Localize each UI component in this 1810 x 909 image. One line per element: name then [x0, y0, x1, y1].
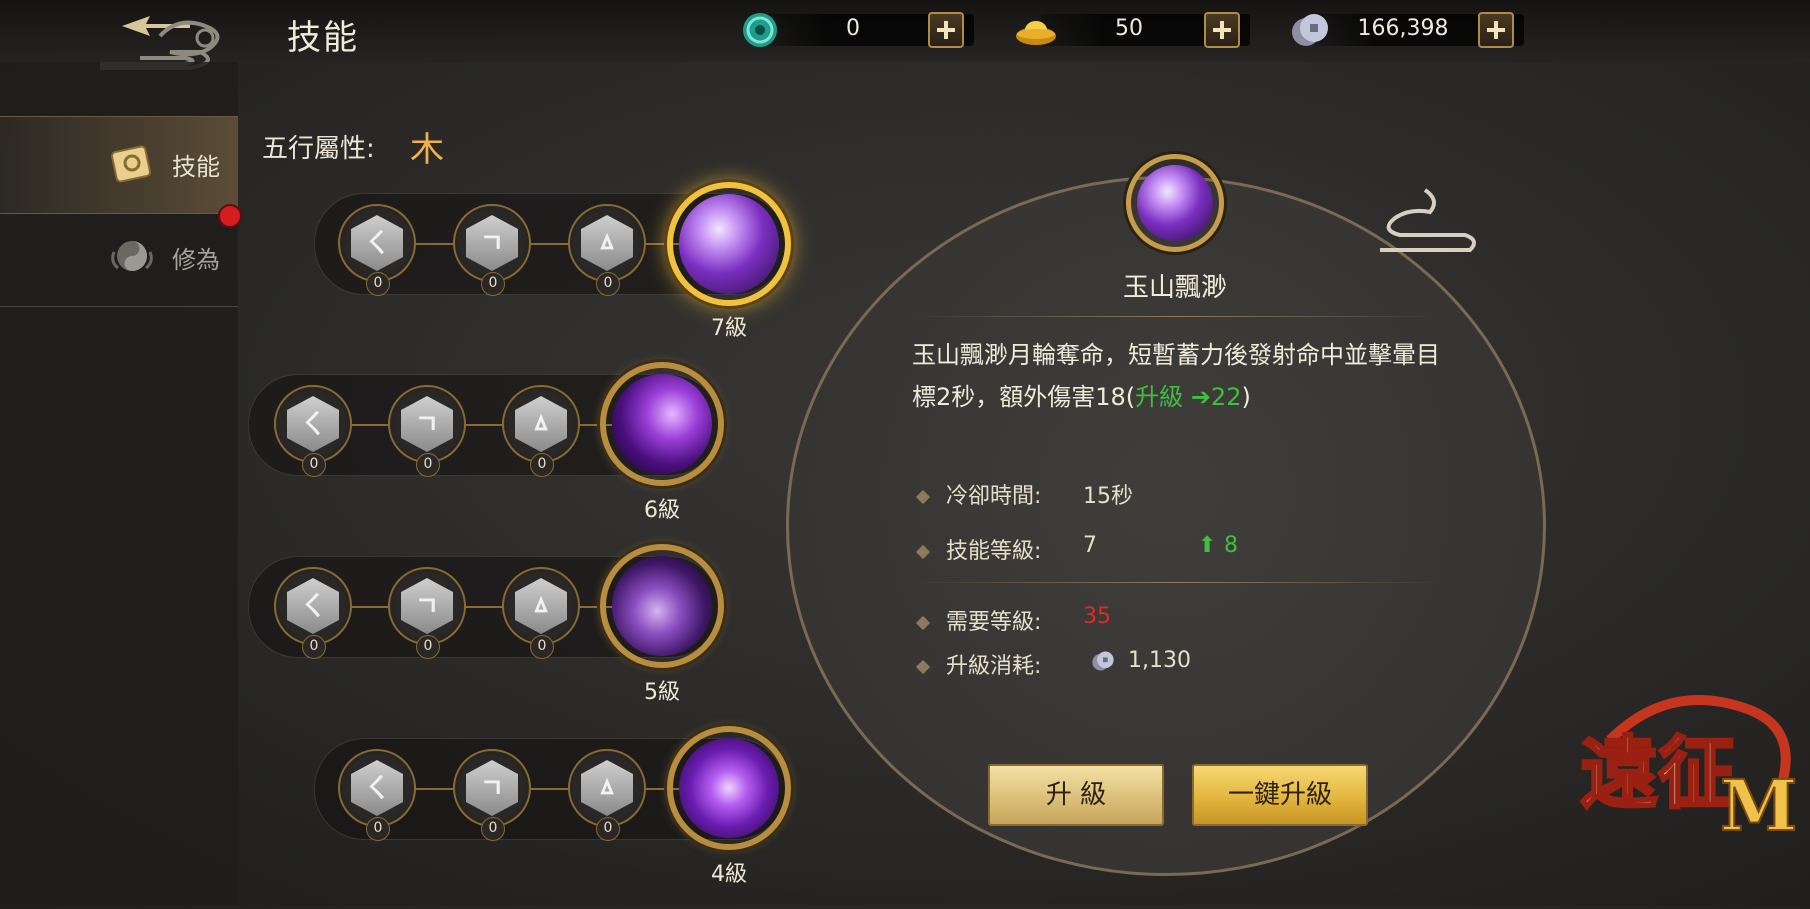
- sphere-skill-icon: [679, 738, 779, 838]
- skill-name: 玉山飄渺: [1122, 273, 1227, 303]
- skill-orb[interactable]: [600, 544, 724, 668]
- rune-node[interactable]: ㅿ0: [502, 567, 580, 659]
- silver-coin-icon: [1292, 14, 1328, 46]
- rune-node[interactable]: ㄑ0: [338, 204, 416, 296]
- rune-count: 0: [481, 817, 505, 841]
- rune-node[interactable]: ㅿ0: [502, 385, 580, 477]
- level-up-arrow-icon: ⬆: [1198, 533, 1217, 558]
- divider: [912, 316, 1442, 317]
- svg-text:M: M: [1720, 764, 1798, 847]
- yin-yang-icon: [111, 241, 153, 271]
- rune-node[interactable]: ㄑ0: [274, 385, 352, 477]
- diamond-bullet-icon: [915, 489, 931, 505]
- add-gold-ingot-button[interactable]: [1204, 12, 1240, 48]
- ring-skill-icon: [612, 556, 712, 656]
- gold-ingot-icon: [1016, 21, 1056, 45]
- diamond-bullet-icon: [915, 544, 931, 560]
- rune-node[interactable]: ㄱ0: [453, 749, 531, 841]
- page-title: 技能: [287, 18, 359, 58]
- rune-count: 0: [302, 453, 326, 477]
- currency-gold-ingot: 50: [1014, 10, 1250, 50]
- upgrade-cost-row: 升級消耗: 1,130: [915, 648, 1191, 680]
- one-click-upgrade-button[interactable]: 一鍵升級: [1192, 764, 1368, 826]
- skill-level: 4級: [711, 862, 747, 887]
- swirl-skill-icon: [1137, 165, 1213, 241]
- sidebar-item-label: 修為: [172, 246, 220, 274]
- next-skill-level: 8: [1224, 533, 1238, 558]
- swirl-skill-icon: [679, 194, 779, 294]
- diamond-bullet-icon: [915, 615, 931, 631]
- rune-node[interactable]: ㅿ0: [568, 204, 646, 296]
- silver-coin-icon: [1092, 651, 1114, 671]
- cooldown-value: 15秒: [1083, 484, 1133, 509]
- element-label: 五行屬性:: [262, 134, 375, 164]
- currency-jade: 0: [738, 10, 974, 50]
- rune-node[interactable]: ㄑ0: [274, 567, 352, 659]
- add-jade-button[interactable]: [928, 12, 964, 48]
- rune-count: 0: [366, 272, 390, 296]
- game-logo: 遠征 M: [1570, 680, 1810, 905]
- rune-count: 0: [530, 635, 554, 659]
- skill-description: 玉山飄渺月輪奪命，短暫蓄力後發射命中並擊暈目標2秒，額外傷害18(升級 ➔22): [912, 341, 1440, 411]
- jade-icon: [743, 13, 777, 47]
- rune-count: 0: [302, 635, 326, 659]
- sidebar-item-cultivation[interactable]: 修為: [0, 210, 238, 307]
- crescent-skill-icon: [612, 374, 712, 474]
- upgrade-button[interactable]: 升 級: [988, 764, 1164, 826]
- rune-node[interactable]: ㅿ0: [568, 749, 646, 841]
- sidebar-item-skills[interactable]: 技能: [0, 116, 238, 214]
- jade-value: 0: [846, 16, 860, 41]
- required-level-row: 需要等級: 35: [915, 604, 1111, 636]
- required-level-value: 35: [1083, 604, 1111, 629]
- gold-ingot-value: 50: [1115, 16, 1143, 41]
- silver-coin-value: 166,398: [1357, 16, 1449, 41]
- skill-level: 6級: [644, 498, 680, 523]
- divider: [912, 582, 1442, 583]
- rune-count: 0: [596, 272, 620, 296]
- skill-orb[interactable]: [667, 726, 791, 850]
- rune-count: 0: [416, 453, 440, 477]
- upgrade-cost-value: 1,130: [1128, 648, 1191, 673]
- skill-level: 5級: [644, 680, 680, 705]
- skill-level: 7級: [711, 316, 747, 341]
- rune-count: 0: [416, 635, 440, 659]
- skill-orb-selected[interactable]: [667, 182, 791, 306]
- rune-node[interactable]: ㄑ0: [338, 749, 416, 841]
- skill-orb[interactable]: [600, 362, 724, 486]
- diamond-bullet-icon: [915, 659, 931, 675]
- skill-level-row: 技能等級: 7 ⬆ 8: [915, 533, 1238, 565]
- rune-node[interactable]: ㄱ0: [453, 204, 531, 296]
- skill-book-icon: [110, 145, 152, 183]
- rune-count: 0: [481, 272, 505, 296]
- element-value: 木: [410, 130, 444, 170]
- rune-node[interactable]: ㄱ0: [388, 385, 466, 477]
- rune-count: 0: [366, 817, 390, 841]
- cloud-ornament-icon: [1380, 188, 1476, 252]
- rune-node[interactable]: ㄱ0: [388, 567, 466, 659]
- rune-count: 0: [596, 817, 620, 841]
- svg-text:遠征: 遠征: [1580, 728, 1736, 819]
- skill-level-value: 7: [1083, 533, 1097, 558]
- cooldown-row: 冷卻時間: 15秒: [915, 478, 1133, 510]
- add-silver-coin-button[interactable]: [1478, 12, 1514, 48]
- currency-silver-coin: 166,398: [1288, 10, 1524, 50]
- rune-count: 0: [530, 453, 554, 477]
- sidebar-item-label: 技能: [172, 153, 220, 181]
- selected-skill-icon: [1126, 154, 1224, 252]
